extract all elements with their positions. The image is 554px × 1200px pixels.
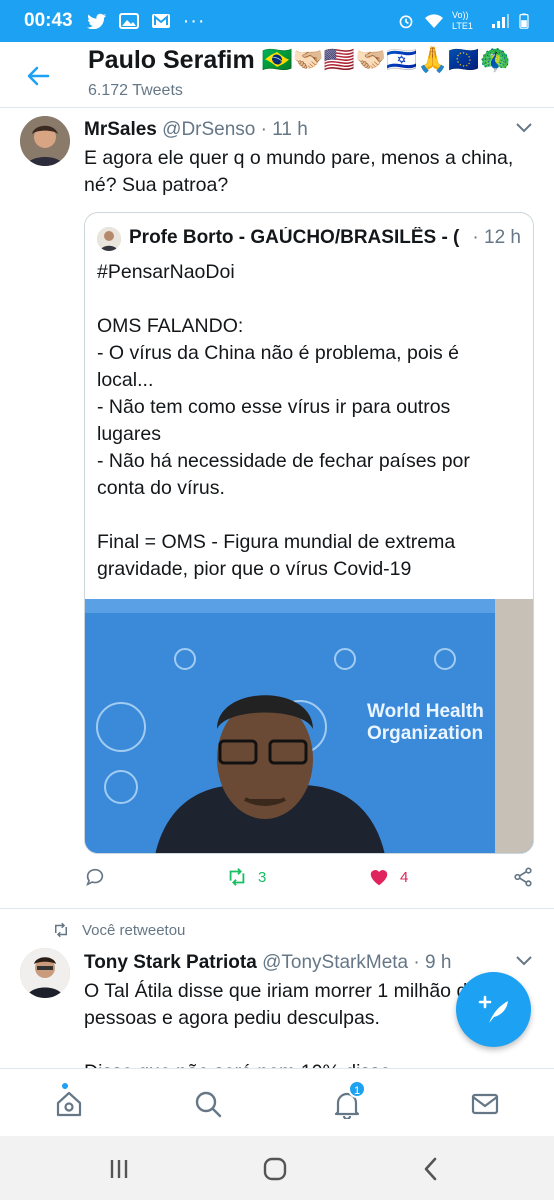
share-icon [514,867,532,887]
tweet-time: 9 h [425,952,452,973]
quoted-header: Profe Borto - GAÚCHO/BRASILÊS - ( [129,227,521,249]
like-count: 4 [400,868,409,886]
quoted-author-name: Profe Borto - GAÚCHO/BRASILÊS - ( [129,227,460,248]
battery-icon [519,13,529,29]
wifi-icon [425,14,443,28]
author-name[interactable]: Tony Stark Patriota [84,952,257,973]
author-name[interactable]: MrSales [84,119,157,140]
signal-icon [492,14,509,28]
messages-mail-icon[interactable] [470,1089,500,1119]
retweet-button[interactable]: 3 [226,866,266,888]
compose-feather-icon [478,995,508,1023]
share-button[interactable] [512,866,534,888]
retweeted-text: Você retweetou [82,921,186,939]
quoted-image-caption: World Health Organization [367,701,484,744]
separator-dot: · [260,119,267,140]
home-nav-icon[interactable] [262,1156,288,1182]
quoted-text: #PensarNaoDoi OMS FALANDO: - O vírus da … [97,261,470,580]
quoted-image[interactable]: World Health Organization [85,599,533,853]
twitter-notification-icon [86,13,106,29]
more-notifications-icon: ··· [182,9,206,32]
avatar[interactable] [20,116,70,166]
back-nav-icon[interactable] [418,1156,444,1182]
reply-button[interactable] [84,866,106,888]
retweet-icon [229,868,245,886]
tweet-time: 11 h [272,119,308,140]
author-handle[interactable]: @TonyStarkMeta [262,952,408,973]
tweet-header: MrSales @DrSenso · 11 h [84,119,308,141]
chevron-down-icon[interactable] [515,955,533,967]
mail-notification-icon [151,14,170,28]
profile-header: Paulo Serafim 🇧🇷🫱🏻‍🫲🏼🇺🇸🫱🏻‍🫲🏼🇮🇱🙏🇪🇺🦚 6.172… [0,42,554,108]
quoted-tweet[interactable]: Profe Borto - GAÚCHO/BRASILÊS - ( · 12 h… [84,212,534,854]
tweet-header: Tony Stark Patriota @TonyStarkMeta · 9 h [84,952,451,974]
status-time: 00:43 [24,10,73,31]
network-label: Vo)) LTE1 [452,10,473,31]
chevron-down-icon[interactable] [515,122,533,134]
notifications-badge: 1 [348,1080,366,1098]
search-icon[interactable] [193,1089,223,1119]
separator-dot: · [413,952,420,973]
author-handle[interactable]: @DrSenso [162,119,255,140]
profile-name: Paulo Serafim 🇧🇷🫱🏻‍🫲🏼🇺🇸🫱🏻‍🫲🏼🇮🇱🙏🇪🇺🦚 [88,46,511,74]
bottom-tab-bar [0,1068,554,1136]
home-icon[interactable] [54,1089,84,1119]
quoted-time: · 12 h [468,227,521,249]
reply-icon [86,868,104,887]
quoted-avatar [97,227,121,251]
status-bar: 00:43 ··· Vo)) LTE1 [0,0,554,42]
android-nav-bar [0,1136,554,1200]
divider [0,908,554,909]
back-arrow-icon[interactable] [24,62,52,90]
alarm-icon [399,15,413,29]
gallery-notification-icon [118,13,139,29]
retweeted-label: Você retweetou [52,921,185,939]
new-tweets-dot [62,1083,68,1089]
recent-apps-icon[interactable] [106,1156,132,1182]
like-button[interactable]: 4 [368,866,408,888]
heart-icon [370,870,388,886]
tweet-count: 6.172 Tweets [88,82,183,99]
compose-tweet-button[interactable] [456,972,531,1047]
tweet-text: E agora ele quer q o mundo pare, menos a… [84,147,514,196]
tweet-actions: 3 4 [84,866,534,896]
retweet-small-icon [55,922,67,938]
avatar[interactable] [20,948,70,998]
retweet-count: 3 [258,868,267,886]
